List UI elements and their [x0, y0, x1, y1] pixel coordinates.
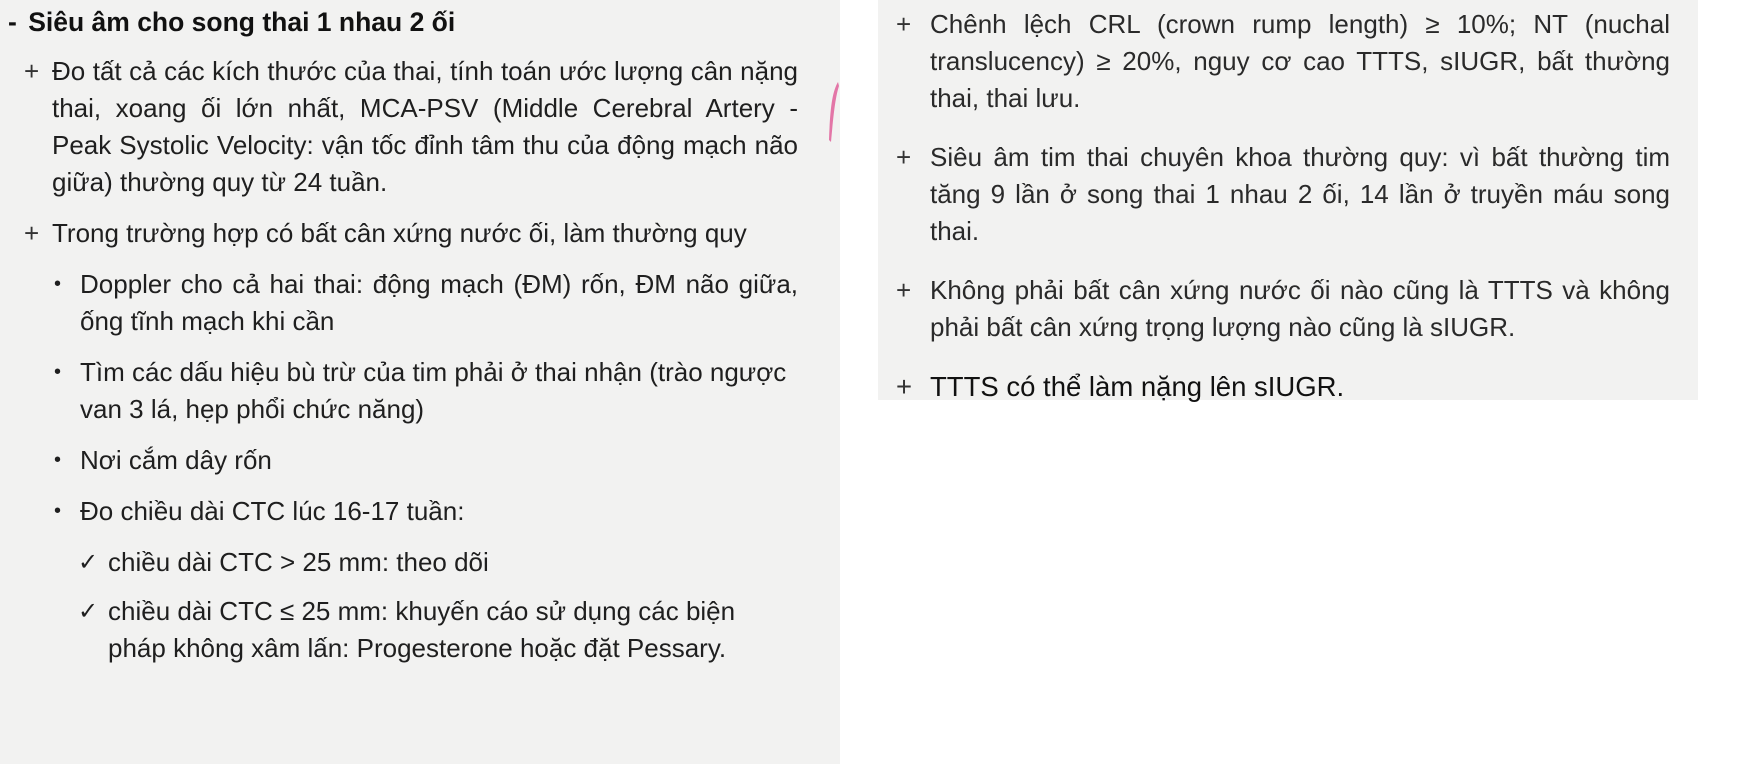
plus-marker: + — [24, 218, 40, 248]
check-item-text: chiều dài CTC > 25 mm: theo dõi — [108, 547, 489, 577]
check-item: ✓ chiều dài CTC > 25 mm: theo dõi — [8, 544, 798, 581]
checkmark-icon: ✓ — [78, 598, 99, 625]
bullet-marker: • — [54, 500, 62, 522]
heading-dash: - — [8, 7, 17, 37]
plus-marker: + — [24, 56, 40, 86]
bullet-marker: • — [54, 273, 62, 295]
section-heading: - Siêu âm cho song thai 1 nhau 2 ối — [8, 4, 798, 41]
checkmark-icon: ✓ — [78, 549, 99, 576]
bullet-item: • Doppler cho cả hai thai: động mạch (ĐM… — [8, 266, 798, 340]
list-item: + Trong trường hợp có bất cân xứng nước … — [8, 215, 798, 252]
check-item-text: chiều dài CTC ≤ 25 mm: khuyến cáo sử dụn… — [108, 596, 736, 663]
right-column: + Chênh lệch CRL (crown rump length) ≥ 1… — [890, 6, 1670, 427]
bullet-item: • Đo chiều dài CTC lúc 16-17 tuần: — [8, 493, 798, 530]
list-item: + Chênh lệch CRL (crown rump length) ≥ 1… — [890, 6, 1670, 117]
list-item-text: Chênh lệch CRL (crown rump length) ≥ 10%… — [930, 9, 1670, 113]
list-item-text: Đo tất cả các kích thước của thai, tính … — [52, 56, 798, 197]
bullet-item: • Nơi cắm dây rốn — [8, 442, 798, 479]
bullet-marker: • — [54, 361, 62, 383]
list-item-text: Không phải bất cân xứng nước ối nào cũng… — [930, 275, 1670, 342]
list-item-text: Siêu âm tim thai chuyên khoa thường quy:… — [930, 142, 1670, 246]
bullet-item-text: Tìm các dấu hiệu bù trừ của tim phải ở t… — [80, 357, 787, 424]
list-item: + Siêu âm tim thai chuyên khoa thường qu… — [890, 139, 1670, 250]
list-item-text: TTTS có thể làm nặng lên sIUGR. — [930, 371, 1345, 402]
left-column: - Siêu âm cho song thai 1 nhau 2 ối + Đo… — [8, 4, 798, 679]
bullet-item-text: Doppler cho cả hai thai: động mạch (ĐM) … — [80, 269, 798, 336]
heading-text: Siêu âm cho song thai 1 nhau 2 ối — [28, 7, 456, 37]
list-item-text: Trong trường hợp có bất cân xứng nước ối… — [52, 218, 747, 248]
check-item: ✓ chiều dài CTC ≤ 25 mm: khuyến cáo sử d… — [8, 593, 798, 667]
list-item: + Không phải bất cân xứng nước ối nào cũ… — [890, 272, 1670, 346]
bullet-item: • Tìm các dấu hiệu bù trừ của tim phải ở… — [8, 354, 798, 428]
list-item: + Đo tất cả các kích thước của thai, tín… — [8, 53, 798, 201]
bullet-item-text: Nơi cắm dây rốn — [80, 445, 272, 475]
plus-marker: + — [896, 371, 913, 402]
bullet-marker: • — [54, 449, 62, 471]
plus-marker: + — [896, 9, 912, 39]
list-item: + TTTS có thể làm nặng lên sIUGR. — [890, 368, 1670, 405]
bullet-item-text: Đo chiều dài CTC lúc 16-17 tuần: — [80, 496, 465, 526]
pink-highlighter-mark — [829, 82, 839, 142]
plus-marker: + — [896, 275, 912, 305]
plus-marker: + — [896, 142, 912, 172]
